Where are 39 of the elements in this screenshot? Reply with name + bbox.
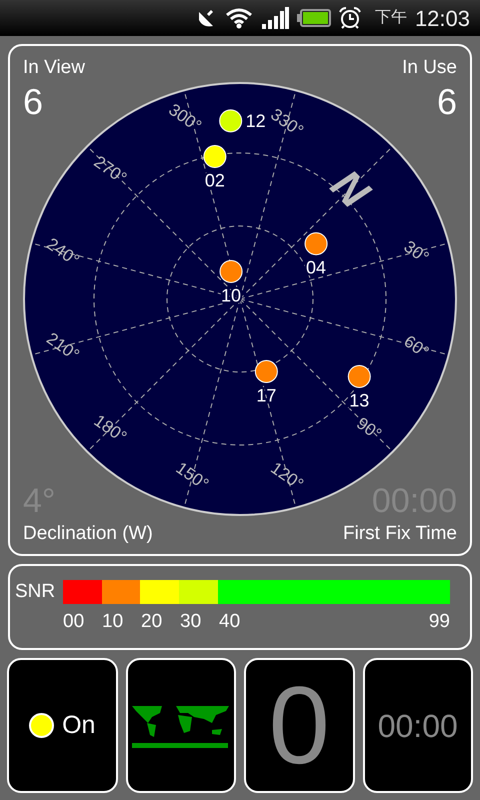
satellite-label: 17 bbox=[256, 386, 276, 406]
timer-value: 00:00 bbox=[378, 706, 458, 746]
in-view-count: 6 bbox=[23, 84, 44, 120]
azimuth-label: 210° bbox=[43, 328, 83, 365]
declination-label: Declination (W) bbox=[23, 524, 153, 543]
snr-scale-label: 30 bbox=[180, 610, 202, 634]
fix-count: 0 bbox=[268, 670, 330, 780]
azimuth-label: 90° bbox=[353, 414, 386, 444]
satellite-label: 02 bbox=[204, 170, 225, 191]
satellite-label: 12 bbox=[246, 110, 266, 131]
alarm-clock-icon bbox=[338, 7, 361, 29]
azimuth-label: 180° bbox=[90, 410, 130, 447]
satellite-label: 13 bbox=[349, 390, 370, 410]
snr-scale-label: 99 bbox=[428, 610, 450, 634]
azimuth-label: 30° bbox=[400, 236, 432, 268]
snr-label: SNR bbox=[15, 580, 56, 604]
gps-status-label: On bbox=[62, 710, 96, 741]
snr-scale-label: 00 bbox=[63, 610, 86, 634]
azimuth-label: 270° bbox=[90, 152, 130, 188]
azimuth-label: 330° bbox=[267, 104, 307, 141]
in-view-label: In View bbox=[23, 58, 85, 77]
first-fix-label: First Fix Time bbox=[343, 524, 457, 543]
azimuth-label: 60° bbox=[400, 332, 432, 362]
snr-scale-label: 10 bbox=[102, 610, 124, 634]
time-period: 下午 bbox=[374, 8, 407, 28]
in-use-count: 6 bbox=[436, 84, 457, 120]
azimuth-label: 240° bbox=[43, 234, 83, 270]
battery-icon bbox=[296, 9, 331, 27]
snr-scale-label: 40 bbox=[219, 610, 242, 634]
satellite-label: 04 bbox=[306, 258, 326, 278]
wifi-icon bbox=[224, 7, 253, 29]
clock-time: 12:03 bbox=[414, 4, 470, 32]
azimuth-label: 300° bbox=[165, 100, 205, 136]
azimuth-label: 150° bbox=[172, 458, 212, 494]
in-use-label: In Use bbox=[402, 58, 457, 77]
north-label: N bbox=[321, 160, 379, 218]
azimuth-label: 120° bbox=[267, 458, 307, 494]
snr-scale-label: 20 bbox=[141, 610, 164, 634]
signal-icon bbox=[260, 7, 289, 29]
